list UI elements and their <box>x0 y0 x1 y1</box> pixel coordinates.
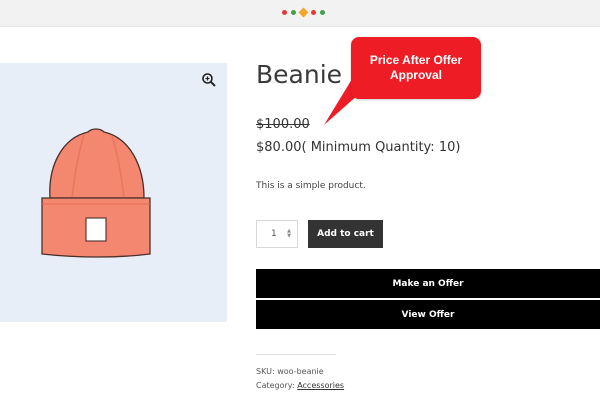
offer-price: $80.00( Minimum Quantity: 10) <box>256 140 461 155</box>
product-category: Category: Accessories <box>256 381 344 390</box>
beanie-image <box>41 128 151 258</box>
price-callout: Price After Offer Approval <box>351 37 481 99</box>
green-dot-icon <box>320 10 325 15</box>
loading-dots <box>282 7 325 18</box>
sku-value: woo-beanie <box>277 367 324 376</box>
callout-line-1: Price After Offer <box>369 53 463 67</box>
red-dot-icon <box>311 10 316 15</box>
quantity-value[interactable]: 1 <box>271 229 277 239</box>
regular-price: $100.00 <box>256 117 310 132</box>
quantity-stepper[interactable]: 1 ▲ ▼ <box>256 220 298 248</box>
zoom-icon[interactable] <box>201 72 217 88</box>
product-sku: SKU: woo-beanie <box>256 367 324 376</box>
meta-divider <box>256 354 336 355</box>
product-description: This is a simple product. <box>256 181 366 191</box>
top-strip <box>0 0 600 27</box>
red-dot-icon <box>282 10 287 15</box>
make-offer-button[interactable]: Make an Offer <box>256 269 600 298</box>
sku-label: SKU: <box>256 367 275 376</box>
category-link[interactable]: Accessories <box>297 381 344 390</box>
callout-line-2: Approval <box>389 68 442 82</box>
view-offer-button[interactable]: View Offer <box>256 300 600 329</box>
diamond-icon <box>298 7 309 18</box>
stepper-arrows[interactable]: ▲ ▼ <box>287 229 291 239</box>
chevron-down-icon[interactable]: ▼ <box>287 234 291 239</box>
green-dot-icon <box>291 10 296 15</box>
category-label: Category: <box>256 381 295 390</box>
add-to-cart-button[interactable]: Add to cart <box>308 220 383 248</box>
